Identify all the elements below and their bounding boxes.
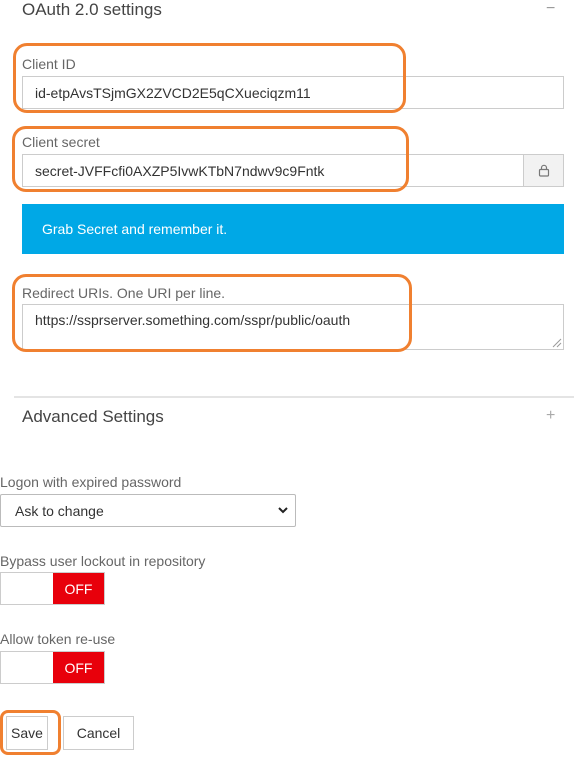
logon-expired-label: Logon with expired password xyxy=(0,474,182,490)
cancel-button[interactable]: Cancel xyxy=(63,716,134,750)
advanced-settings-title: Advanced Settings xyxy=(22,407,164,426)
secret-callout: Grab Secret and remember it. xyxy=(22,204,564,254)
resize-grip-icon[interactable] xyxy=(552,338,562,348)
token-reuse-toggle[interactable]: OFF xyxy=(0,651,105,684)
oauth-section-title: OAuth 2.0 settings xyxy=(22,0,162,19)
chevron-down-icon xyxy=(278,507,288,514)
section-divider xyxy=(14,396,574,398)
lock-toggle-button[interactable] xyxy=(523,154,564,187)
bypass-lockout-label: Bypass user lockout in repository xyxy=(0,553,206,569)
token-reuse-label: Allow token re-use xyxy=(0,631,116,647)
highlight-redirect-uris xyxy=(12,274,412,352)
toggle-off-label: OFF xyxy=(52,652,104,683)
logon-expired-select[interactable]: Ask to change xyxy=(0,494,296,527)
highlight-save-button xyxy=(0,710,61,755)
lock-icon xyxy=(538,164,549,177)
toggle-off-label: OFF xyxy=(52,573,104,604)
toggle-track xyxy=(1,573,53,604)
highlight-client-id xyxy=(13,43,406,113)
bypass-lockout-toggle[interactable]: OFF xyxy=(0,572,105,605)
expand-advanced-button[interactable]: + xyxy=(546,407,555,425)
toggle-track xyxy=(1,652,53,683)
collapse-oauth-button[interactable]: − xyxy=(546,0,555,18)
logon-expired-selected-value: Ask to change xyxy=(15,502,104,519)
highlight-client-secret xyxy=(12,126,409,192)
